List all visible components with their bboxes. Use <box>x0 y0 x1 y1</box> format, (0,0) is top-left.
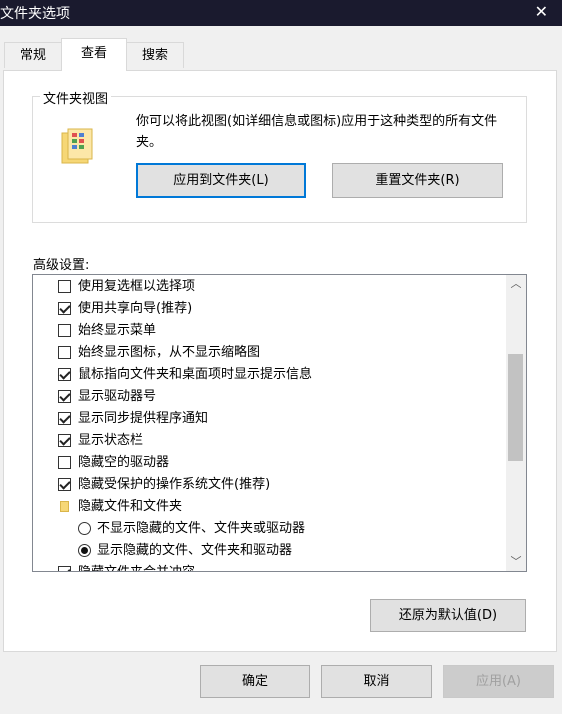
list-item-label: 隐藏受保护的操作系统文件(推荐) <box>78 477 271 492</box>
scroll-thumb[interactable] <box>508 354 523 461</box>
scroll-down-icon[interactable]: ﹀ <box>506 553 526 571</box>
list-item-label: 不显示隐藏的文件、文件夹或驱动器 <box>97 521 306 536</box>
checkbox-checked[interactable] <box>58 302 71 315</box>
list-item-label: 显示隐藏的文件、文件夹和驱动器 <box>97 543 293 558</box>
radio-unselected[interactable] <box>78 522 91 535</box>
list-item[interactable]: 始终显示图标，从不显示缩略图 <box>33 342 507 364</box>
checkbox-checked[interactable] <box>58 434 71 447</box>
list-item-label: 隐藏文件夹合并冲突 <box>78 562 195 571</box>
list-item[interactable]: 使用共享向导(推荐) <box>33 298 507 320</box>
folder-view-group: 文件夹视图 你可以将此视图(如详细信息或图标)应用于这种类型的所有文件夹。 应用… <box>32 88 527 223</box>
list-item[interactable]: 显示状态栏 <box>33 430 507 452</box>
cancel-button[interactable]: 取消 <box>321 665 432 698</box>
title-bar: 文件夹选项 ✕ <box>0 0 562 26</box>
list-item-label: 使用复选框以选择项 <box>78 279 196 294</box>
restore-defaults-button[interactable]: 还原为默认值(D) <box>370 599 526 632</box>
checkbox-checked[interactable] <box>58 390 71 403</box>
tab-view[interactable]: 查看 <box>61 38 127 71</box>
list-item-label: 始终显示菜单 <box>78 323 157 338</box>
list-item[interactable]: 鼠标指向文件夹和桌面项时显示提示信息 <box>33 364 507 386</box>
advanced-settings-list[interactable]: 使用复选框以选择项 使用共享向导(推荐) 始终显示菜单始终显示图标，从不显示缩略图鼠… <box>32 274 527 572</box>
list-item-label: 显示驱动器号 <box>78 389 157 404</box>
checkbox-checked[interactable] <box>58 368 71 381</box>
radio-selected[interactable] <box>78 544 91 557</box>
list-item[interactable]: 显示驱动器号 <box>33 386 507 408</box>
list-item-label: 使用共享向导(推荐) <box>78 301 193 316</box>
scroll-up-icon[interactable]: ︿ <box>506 275 526 293</box>
list-item-label: 始终显示图标，从不显示缩略图 <box>78 345 261 360</box>
vertical-scrollbar[interactable]: ︿ ﹀ <box>506 275 526 571</box>
folder-view-title: 文件夹视图 <box>40 88 112 107</box>
list-item-label: 显示状态栏 <box>78 433 144 448</box>
list-item[interactable]: 显示同步提供程序通知 <box>33 408 507 430</box>
apply-button[interactable]: 应用(A) <box>443 665 554 698</box>
apply-to-folders-button[interactable]: 应用到文件夹(L) <box>136 163 306 198</box>
tab-general[interactable]: 常规 <box>4 42 62 68</box>
list-item[interactable]: 始终显示菜单 <box>33 320 507 342</box>
checkbox-checked[interactable] <box>58 478 71 491</box>
list-item[interactable]: 隐藏空的驱动器 <box>33 452 507 474</box>
checkbox-unchecked[interactable] <box>58 280 71 293</box>
folder-view-description: 你可以将此视图(如详细信息或图标)应用于这种类型的所有文件夹。 <box>136 114 498 150</box>
tab-bar: 常规 查看 搜索 <box>0 26 562 71</box>
list-item-label: 显示同步提供程序通知 <box>78 411 209 426</box>
checkbox-checked[interactable] <box>58 566 71 571</box>
reset-folders-button[interactable]: 重置文件夹(R) <box>332 163 503 198</box>
list-item[interactable]: 隐藏受保护的操作系统文件(推荐) <box>33 474 507 496</box>
checkbox-unchecked[interactable] <box>58 324 71 337</box>
checkbox-unchecked[interactable] <box>58 346 71 359</box>
list-item: 隐藏文件和文件夹 <box>33 496 507 518</box>
tab-search[interactable]: 搜索 <box>126 42 184 68</box>
ok-button[interactable]: 确定 <box>200 665 310 698</box>
list-item-label: 鼠标指向文件夹和桌面项时显示提示信息 <box>78 367 313 382</box>
list-item-label: 隐藏空的驱动器 <box>78 455 170 470</box>
list-item[interactable]: 不显示隐藏的文件、文件夹或驱动器 <box>33 518 507 540</box>
list-item[interactable]: 隐藏文件夹合并冲突 <box>33 562 507 571</box>
advanced-settings-label: 高级设置: <box>33 258 90 273</box>
checkbox-unchecked[interactable] <box>58 456 71 469</box>
window-title: 文件夹选项 <box>0 6 70 22</box>
list-item-label: 隐藏文件和文件夹 <box>78 499 183 514</box>
list-item[interactable]: 使用复选框以选择项 <box>33 276 507 298</box>
checkbox-checked[interactable] <box>58 412 71 425</box>
folder-icon <box>60 501 69 512</box>
list-item[interactable]: 显示隐藏的文件、文件夹和驱动器 <box>33 540 507 562</box>
view-tab-panel: 文件夹视图 你可以将此视图(如详细信息或图标)应用于这种类型的所有文件夹。 应用… <box>3 70 557 652</box>
close-icon[interactable]: ✕ <box>535 2 548 21</box>
folder-view-icon <box>61 128 93 164</box>
